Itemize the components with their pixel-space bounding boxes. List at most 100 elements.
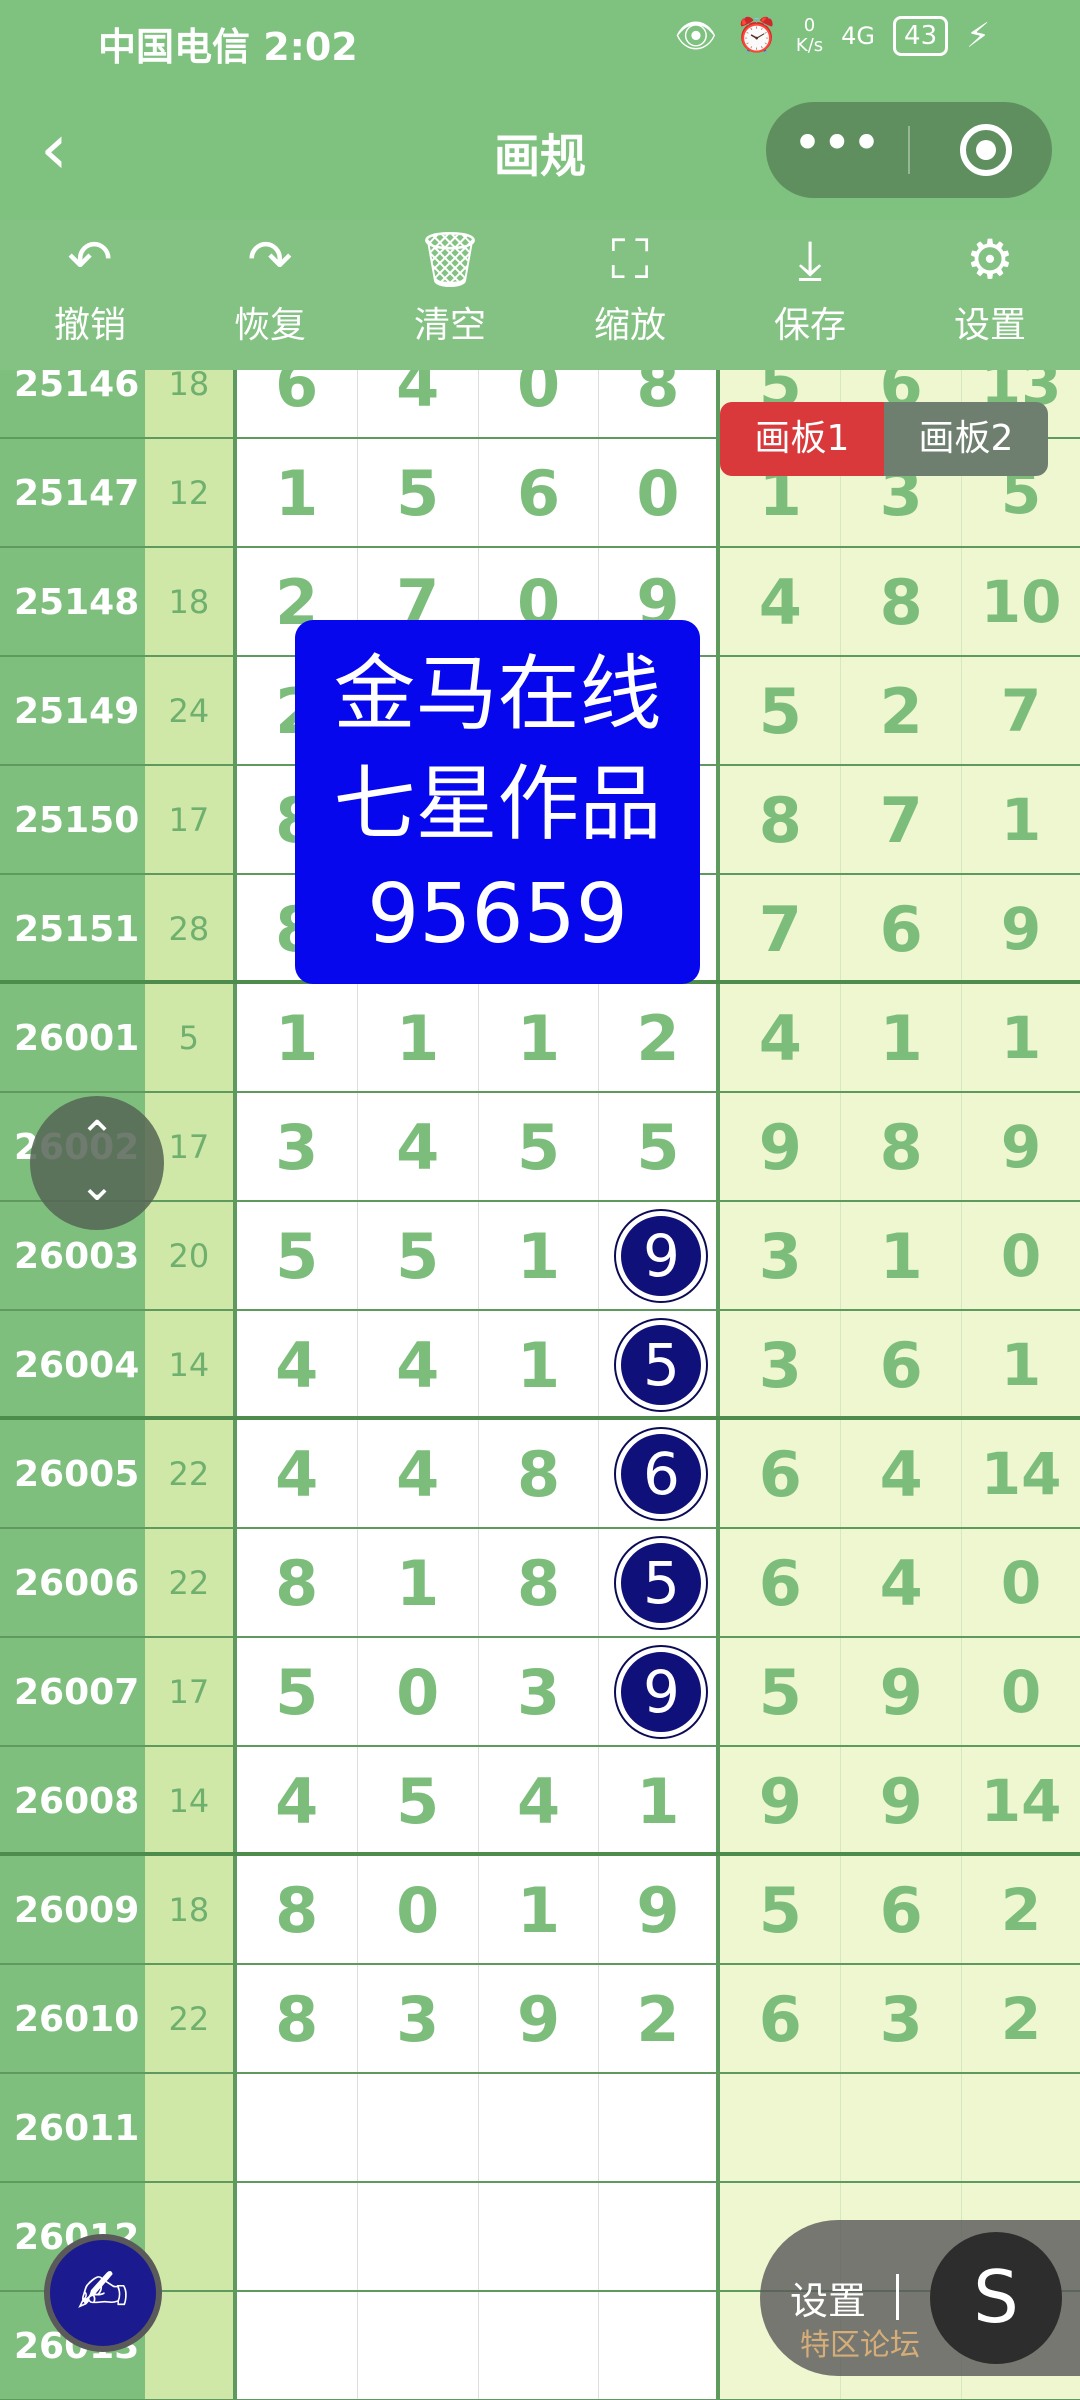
grid-cell[interactable]: 4: [357, 1093, 479, 1200]
grid-cell[interactable]: 5: [357, 1747, 479, 1852]
grid-cell[interactable]: 3: [357, 1965, 479, 2072]
clear-button[interactable]: 🗑 清空: [360, 220, 540, 370]
grid-cell[interactable]: 4: [720, 548, 842, 655]
grid-cell[interactable]: 9: [962, 875, 1080, 980]
grid-cell[interactable]: 3: [841, 1965, 963, 2072]
grid-cell[interactable]: 5: [357, 1202, 479, 1309]
grid-cell[interactable]: 6: [478, 439, 600, 546]
grid-cell[interactable]: 1: [357, 984, 479, 1091]
grid-cell[interactable]: 4: [357, 370, 479, 437]
grid-cell[interactable]: 0: [962, 1202, 1080, 1309]
grid-cell[interactable]: 4: [720, 984, 842, 1091]
grid-cell[interactable]: 1: [478, 1311, 600, 1416]
grid-cell[interactable]: 1: [357, 1529, 479, 1636]
grid-cell[interactable]: 9: [478, 1965, 600, 2072]
grid-cell[interactable]: 8: [236, 1965, 358, 2072]
grid-cell[interactable]: 3: [720, 1202, 842, 1309]
grid-cell[interactable]: 5: [357, 439, 479, 546]
grid-cell[interactable]: 1: [962, 1311, 1080, 1416]
target-icon[interactable]: [960, 124, 1012, 176]
grid-cell[interactable]: [720, 2074, 842, 2181]
grid-cell[interactable]: [236, 2292, 358, 2399]
grid-cell[interactable]: 0: [357, 1856, 479, 1963]
grid-cell[interactable]: 8: [478, 1420, 600, 1527]
grid-cell[interactable]: 8: [478, 1529, 600, 1636]
s-button[interactable]: S: [930, 2232, 1062, 2364]
grid-cell[interactable]: [478, 2292, 600, 2399]
grid-cell[interactable]: 0: [962, 1529, 1080, 1636]
grid-cell[interactable]: 3: [720, 1311, 842, 1416]
grid-cell[interactable]: 9: [962, 1093, 1080, 1200]
grid-cell[interactable]: 10: [962, 548, 1080, 655]
grid-cell[interactable]: 8: [841, 1093, 963, 1200]
grid-cell[interactable]: 14: [962, 1747, 1080, 1852]
grid-cell[interactable]: [841, 2074, 963, 2181]
grid-cell[interactable]: 6: [841, 1311, 963, 1416]
redo-button[interactable]: ↷ 恢复: [180, 220, 360, 370]
grid-cell[interactable]: 5: [720, 1638, 842, 1745]
grid-cell[interactable]: 1: [236, 439, 358, 546]
grid-cell[interactable]: 2: [599, 1965, 721, 2072]
grid-cell[interactable]: [962, 2074, 1080, 2181]
grid-cell[interactable]: 1: [841, 1202, 963, 1309]
grid-cell[interactable]: 2: [599, 984, 721, 1091]
grid-cell[interactable]: [357, 2292, 479, 2399]
grid-cell[interactable]: 6: [720, 1529, 842, 1636]
grid-cell[interactable]: 2: [962, 1965, 1080, 2072]
grid-cell[interactable]: 4: [236, 1420, 358, 1527]
pen-button[interactable]: ✍: [44, 2234, 162, 2352]
grid-cell[interactable]: 8: [599, 370, 721, 437]
tab-board-1[interactable]: 画板1: [720, 402, 884, 476]
grid-cell[interactable]: 7: [962, 657, 1080, 764]
grid-cell[interactable]: 4: [236, 1747, 358, 1852]
grid-cell[interactable]: 1: [962, 766, 1080, 873]
grid-cell[interactable]: 3: [236, 1093, 358, 1200]
grid-cell[interactable]: 6: [236, 370, 358, 437]
grid-cell[interactable]: 1: [236, 984, 358, 1091]
grid-cell[interactable]: 9: [841, 1638, 963, 1745]
grid-cell[interactable]: 0: [357, 1638, 479, 1745]
undo-button[interactable]: ↶ 撤销: [0, 220, 180, 370]
grid-cell[interactable]: 8: [841, 548, 963, 655]
tab-board-2[interactable]: 画板2: [884, 402, 1048, 476]
grid-cell[interactable]: 4: [841, 1420, 963, 1527]
grid-cell[interactable]: [599, 2074, 721, 2181]
grid-cell[interactable]: [357, 2074, 479, 2181]
grid-cell[interactable]: 6: [841, 875, 963, 980]
grid-cell[interactable]: 5: [720, 657, 842, 764]
save-button[interactable]: ⤓ 保存: [720, 220, 900, 370]
grid-cell[interactable]: 8: [236, 1856, 358, 1963]
grid-cell[interactable]: 0: [599, 439, 721, 546]
settings-button[interactable]: ⚙ 设置: [900, 220, 1080, 370]
grid-cell[interactable]: 6: [720, 1965, 842, 2072]
grid-cell[interactable]: 3: [478, 1638, 600, 1745]
grid-cell[interactable]: 5: [236, 1638, 358, 1745]
grid-cell[interactable]: [236, 2074, 358, 2181]
grid-cell[interactable]: 0: [478, 370, 600, 437]
grid-cell[interactable]: 7: [720, 875, 842, 980]
grid-cell[interactable]: 4: [236, 1311, 358, 1416]
grid-cell[interactable]: 9: [599, 1856, 721, 1963]
grid-cell[interactable]: 4: [478, 1747, 600, 1852]
grid-cell[interactable]: 1: [478, 1202, 600, 1309]
zoom-button[interactable]: ⛶ 缩放: [540, 220, 720, 370]
grid-cell[interactable]: [357, 2183, 479, 2290]
grid-cell[interactable]: 5: [599, 1093, 721, 1200]
grid-cell[interactable]: 4: [841, 1529, 963, 1636]
grid-cell[interactable]: [478, 2074, 600, 2181]
grid-cell[interactable]: 4: [357, 1420, 479, 1527]
grid-cell[interactable]: 5: [236, 1202, 358, 1309]
grid-cell[interactable]: 5: [720, 1856, 842, 1963]
scroll-arrows-button[interactable]: ⌃ ⌄: [30, 1096, 164, 1230]
grid-cell[interactable]: 2: [962, 1856, 1080, 1963]
grid-cell[interactable]: 9: [720, 1747, 842, 1852]
grid-cell[interactable]: [236, 2183, 358, 2290]
grid-cell[interactable]: [599, 2292, 721, 2399]
grid-cell[interactable]: [478, 2183, 600, 2290]
ellipsis-icon[interactable]: •••: [766, 102, 908, 198]
grid-cell[interactable]: 0: [962, 1638, 1080, 1745]
grid-cell[interactable]: 9: [720, 1093, 842, 1200]
grid-cell[interactable]: 14: [962, 1420, 1080, 1527]
grid-cell[interactable]: 6: [841, 1856, 963, 1963]
grid-cell[interactable]: 8: [236, 1529, 358, 1636]
